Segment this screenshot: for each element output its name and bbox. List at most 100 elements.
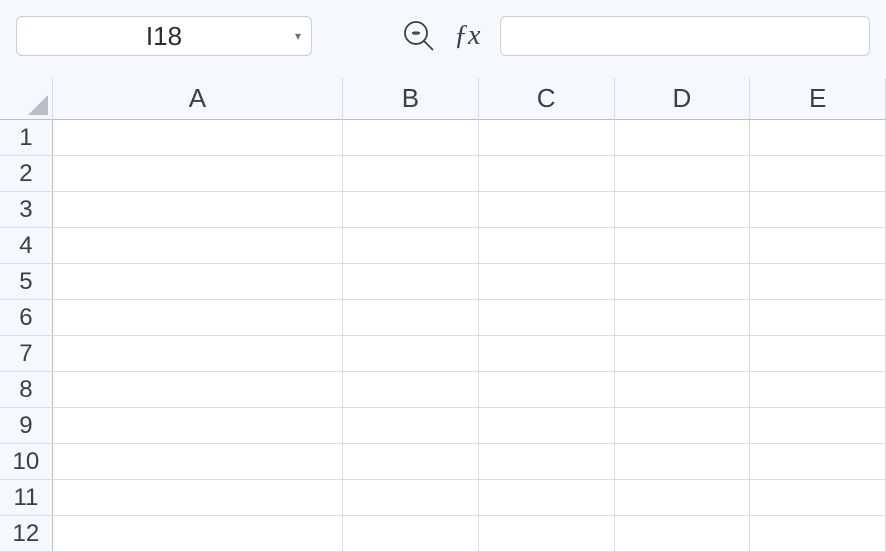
- cell-A5[interactable]: [53, 264, 343, 300]
- table-row: 7: [0, 336, 886, 372]
- cell-D7[interactable]: [615, 336, 751, 372]
- cell-C10[interactable]: [479, 444, 615, 480]
- cell-D1[interactable]: [615, 120, 751, 156]
- table-row: 5: [0, 264, 886, 300]
- cell-E4[interactable]: [750, 228, 886, 264]
- cell-E1[interactable]: [750, 120, 886, 156]
- cell-A3[interactable]: [53, 192, 343, 228]
- row-header-9[interactable]: 9: [0, 408, 53, 444]
- cell-C6[interactable]: [479, 300, 615, 336]
- cell-C4[interactable]: [479, 228, 615, 264]
- cell-A2[interactable]: [53, 156, 343, 192]
- cell-C12[interactable]: [479, 516, 615, 552]
- row-header-3[interactable]: 3: [0, 192, 53, 228]
- cell-D3[interactable]: [615, 192, 751, 228]
- table-row: 9: [0, 408, 886, 444]
- spreadsheet-grid: ABCDE 123456789101112: [0, 78, 886, 552]
- row-header-10[interactable]: 10: [0, 444, 53, 480]
- cell-C2[interactable]: [479, 156, 615, 192]
- table-row: 4: [0, 228, 886, 264]
- row-header-2[interactable]: 2: [0, 156, 53, 192]
- table-row: 3: [0, 192, 886, 228]
- select-all-corner[interactable]: [0, 78, 53, 120]
- cell-D4[interactable]: [615, 228, 751, 264]
- cell-B1[interactable]: [343, 120, 479, 156]
- cell-C3[interactable]: [479, 192, 615, 228]
- toolbar-icons: = ƒx: [402, 19, 480, 53]
- name-box[interactable]: ▾: [16, 16, 312, 56]
- table-row: 11: [0, 480, 886, 516]
- table-row: 1: [0, 120, 886, 156]
- column-header-E[interactable]: E: [750, 78, 886, 120]
- cell-A10[interactable]: [53, 444, 343, 480]
- cell-B8[interactable]: [343, 372, 479, 408]
- formula-bar-input[interactable]: [501, 17, 869, 55]
- column-header-A[interactable]: A: [53, 78, 343, 120]
- cell-D6[interactable]: [615, 300, 751, 336]
- cell-E10[interactable]: [750, 444, 886, 480]
- formula-bar[interactable]: [500, 16, 870, 56]
- cell-A4[interactable]: [53, 228, 343, 264]
- name-box-dropdown-icon[interactable]: ▾: [295, 29, 301, 43]
- cell-E8[interactable]: [750, 372, 886, 408]
- cell-D2[interactable]: [615, 156, 751, 192]
- cell-E9[interactable]: [750, 408, 886, 444]
- row-header-4[interactable]: 4: [0, 228, 53, 264]
- cell-E3[interactable]: [750, 192, 886, 228]
- row-header-7[interactable]: 7: [0, 336, 53, 372]
- cell-A9[interactable]: [53, 408, 343, 444]
- cell-B5[interactable]: [343, 264, 479, 300]
- row-header-6[interactable]: 6: [0, 300, 53, 336]
- cell-B9[interactable]: [343, 408, 479, 444]
- table-row: 6: [0, 300, 886, 336]
- cell-C7[interactable]: [479, 336, 615, 372]
- table-row: 10: [0, 444, 886, 480]
- row-header-11[interactable]: 11: [0, 480, 53, 516]
- cell-A1[interactable]: [53, 120, 343, 156]
- cell-C5[interactable]: [479, 264, 615, 300]
- cell-B3[interactable]: [343, 192, 479, 228]
- cell-E2[interactable]: [750, 156, 886, 192]
- svg-text:=: =: [413, 28, 419, 40]
- cell-D8[interactable]: [615, 372, 751, 408]
- cell-B6[interactable]: [343, 300, 479, 336]
- cell-C1[interactable]: [479, 120, 615, 156]
- cell-A7[interactable]: [53, 336, 343, 372]
- cell-B2[interactable]: [343, 156, 479, 192]
- cell-D11[interactable]: [615, 480, 751, 516]
- cell-B12[interactable]: [343, 516, 479, 552]
- cell-B10[interactable]: [343, 444, 479, 480]
- cell-D12[interactable]: [615, 516, 751, 552]
- cell-E12[interactable]: [750, 516, 886, 552]
- cell-B11[interactable]: [343, 480, 479, 516]
- row-header-8[interactable]: 8: [0, 372, 53, 408]
- cell-A8[interactable]: [53, 372, 343, 408]
- column-header-B[interactable]: B: [343, 78, 479, 120]
- cell-A11[interactable]: [53, 480, 343, 516]
- name-box-input[interactable]: [17, 17, 311, 55]
- row-header-5[interactable]: 5: [0, 264, 53, 300]
- cell-C8[interactable]: [479, 372, 615, 408]
- cell-D9[interactable]: [615, 408, 751, 444]
- cell-D10[interactable]: [615, 444, 751, 480]
- cell-C9[interactable]: [479, 408, 615, 444]
- cell-A12[interactable]: [53, 516, 343, 552]
- cell-E7[interactable]: [750, 336, 886, 372]
- cell-D5[interactable]: [615, 264, 751, 300]
- cell-B4[interactable]: [343, 228, 479, 264]
- table-row: 2: [0, 156, 886, 192]
- cell-E5[interactable]: [750, 264, 886, 300]
- table-row: 12: [0, 516, 886, 552]
- zoom-search-icon[interactable]: =: [402, 19, 436, 53]
- cell-E6[interactable]: [750, 300, 886, 336]
- fx-function-icon[interactable]: ƒx: [454, 20, 480, 52]
- row-header-12[interactable]: 12: [0, 516, 53, 552]
- cell-B7[interactable]: [343, 336, 479, 372]
- row-header-1[interactable]: 1: [0, 120, 53, 156]
- column-header-D[interactable]: D: [615, 78, 751, 120]
- cell-A6[interactable]: [53, 300, 343, 336]
- column-headers-row: ABCDE: [0, 78, 886, 120]
- cell-E11[interactable]: [750, 480, 886, 516]
- column-header-C[interactable]: C: [479, 78, 615, 120]
- cell-C11[interactable]: [479, 480, 615, 516]
